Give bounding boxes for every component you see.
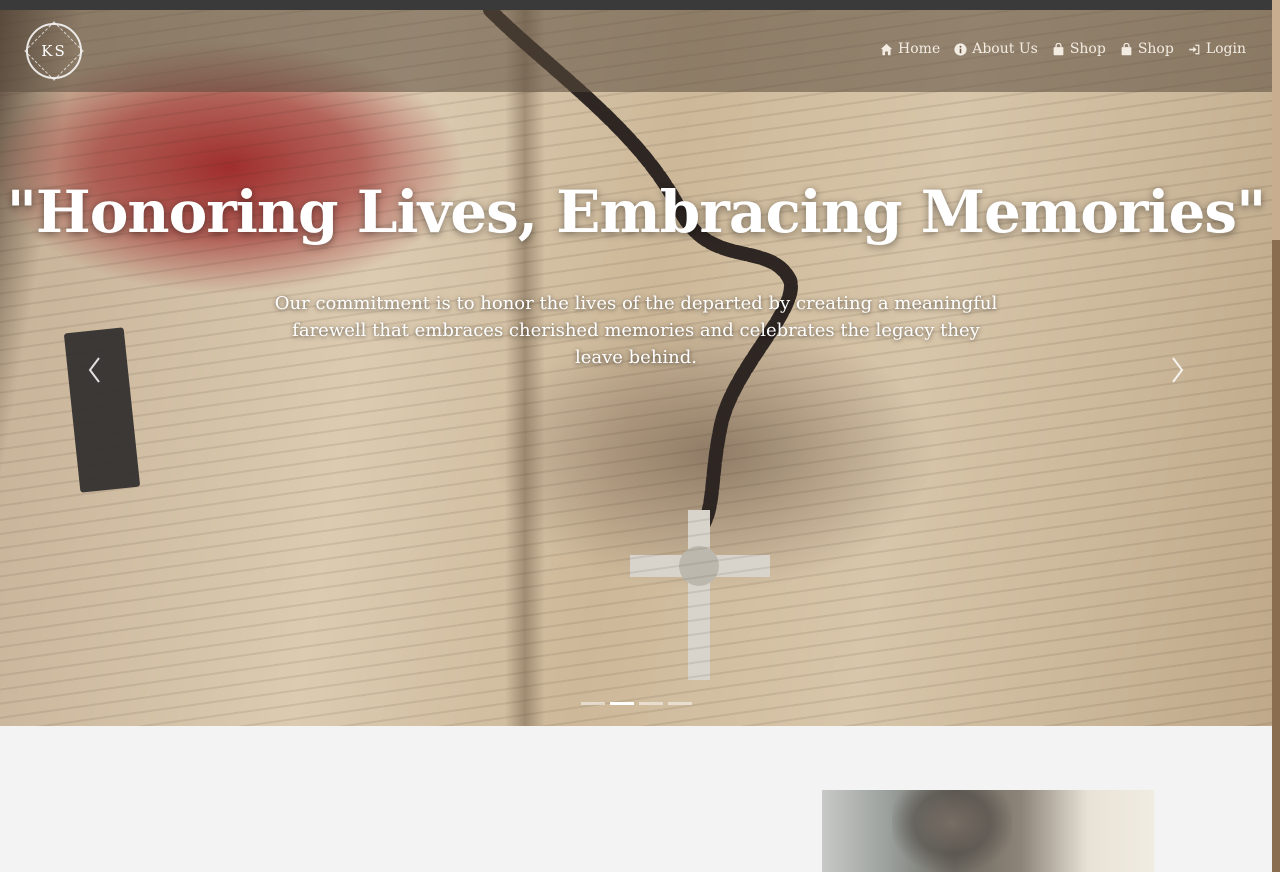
- section-photo: [822, 790, 1154, 872]
- nav-login-label: Login: [1205, 41, 1246, 57]
- carousel-indicators: [581, 702, 692, 705]
- nav-home[interactable]: Home: [880, 41, 940, 57]
- carousel-next-button[interactable]: [1162, 350, 1192, 390]
- carousel-indicator-1[interactable]: [581, 702, 605, 705]
- nav-shop-secondary[interactable]: Shop: [1120, 41, 1174, 57]
- top-navbar: KS Home About Us Shop Shop Login: [0, 10, 1272, 92]
- hero-headline: "Honoring Lives, Embracing Memories": [6, 178, 1267, 246]
- brand-logo-text: KS: [41, 42, 67, 60]
- info-icon: [954, 42, 967, 56]
- nav-home-label: Home: [898, 41, 941, 57]
- hero-subtext: Our commitment is to honor the lives of …: [274, 293, 998, 368]
- login-icon: [1189, 44, 1200, 54]
- page-scrollbar-thumb[interactable]: [1272, 0, 1280, 240]
- nav-shop[interactable]: Shop: [1052, 41, 1106, 57]
- browser-top-strip: [0, 0, 1280, 10]
- carousel-indicator-3[interactable]: [639, 702, 663, 705]
- chevron-right-icon: [1172, 357, 1184, 383]
- nav-shop-secondary-label: Shop: [1137, 41, 1174, 57]
- carousel-prev-button[interactable]: [80, 350, 110, 390]
- brand-logo[interactable]: KS: [26, 23, 82, 79]
- main-nav: Home About Us Shop Shop Login: [880, 41, 1246, 57]
- nav-login[interactable]: Login: [1188, 41, 1246, 57]
- carousel-indicator-2[interactable]: [610, 702, 634, 705]
- home-icon: [880, 43, 893, 55]
- shopping-bag-icon: [1053, 42, 1064, 55]
- nav-about-us-label: About Us: [972, 41, 1038, 57]
- carousel-indicator-4[interactable]: [668, 702, 692, 705]
- nav-about-us[interactable]: About Us: [954, 41, 1038, 57]
- nav-shop-label: Shop: [1069, 41, 1106, 57]
- shopping-bag-icon: [1121, 42, 1132, 55]
- chevron-left-icon: [88, 357, 100, 383]
